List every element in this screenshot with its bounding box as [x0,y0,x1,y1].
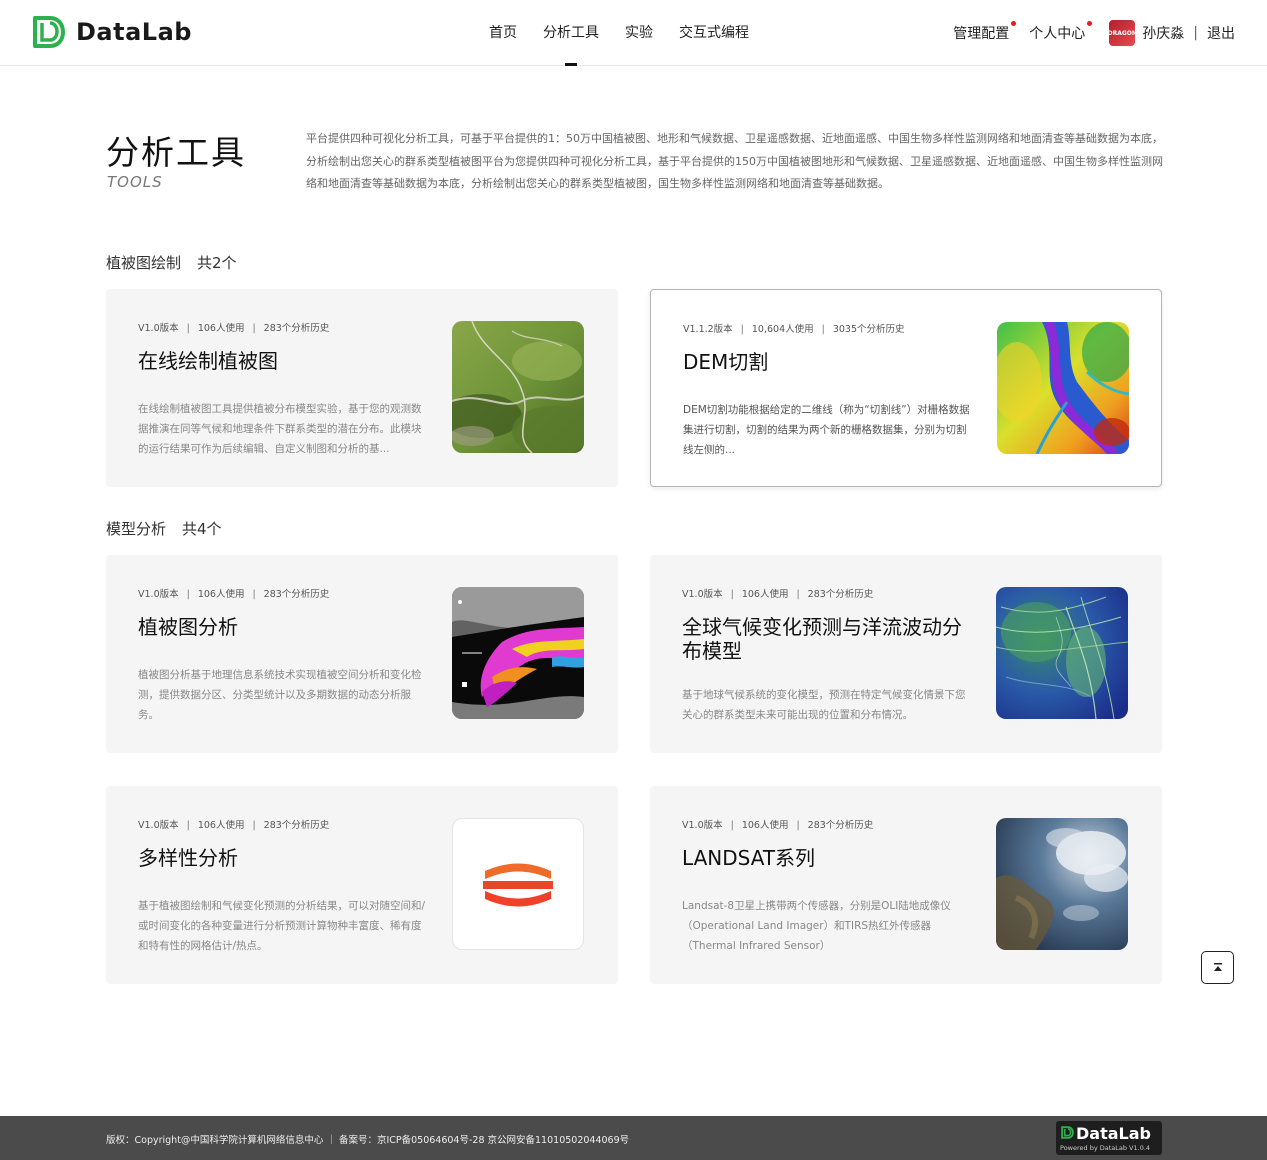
nav-item-tools[interactable]: 分析工具 [530,0,612,66]
top-header: DataLab 首页 分析工具 实验 交互式编程 管理配置 个人中心 DRAGO… [0,0,1267,66]
card-meta: V1.0版本 | 106人使用 | 283个分析历史 [682,817,873,831]
card-users: 106人使用 [197,589,245,600]
meta-separator: | [821,324,825,335]
meta-separator: | [730,820,734,831]
page-title: 分析工具 [106,133,246,172]
meta-separator: | [252,589,256,600]
card-description: 在线绘制植被图工具提供植被分布模型实验，基于您的观测数据推演在同等气候和地理条件… [138,403,422,455]
meta-separator: | [252,820,256,831]
card-version: V1.0版本 [682,820,723,831]
page: DataLab 首页 分析工具 实验 交互式编程 管理配置 个人中心 DRAGO… [0,0,1267,1160]
section-name: 植被图绘制 [106,254,182,272]
nav-item-interactive-programming[interactable]: 交互式编程 [666,0,762,66]
notification-dot [1087,21,1093,26]
wind-flow-image [996,587,1128,719]
main-nav: 首页 分析工具 实验 交互式编程 [476,0,762,66]
card-meta: V1.1.2版本 | 10,604人使用 | 3035个分析历史 [683,321,905,335]
card-history: 283个分析历史 [807,820,874,831]
card-users: 10,604人使用 [751,324,814,335]
tool-card-vegetation-analysis[interactable]: V1.0版本 | 106人使用 | 283个分析历史 植被图分析 植被图分析基于地理信息… [106,555,618,753]
section-count: 共4个 [182,520,222,538]
card-meta: V1.0版本 | 106人使用 | 283个分析历史 [138,817,329,831]
datalab-logo-icon [33,16,65,48]
nav-item-experiment[interactable]: 实验 [612,0,666,66]
username[interactable]: 孙庆淼 [1142,23,1184,43]
card-description: DEM切割功能根据给定的二维线（称为“切割线”）对栅格数据集进行切割，切割的结果… [683,404,970,456]
card-users: 106人使用 [197,820,245,831]
meta-separator: | [186,589,190,600]
meta-separator: | [252,323,256,334]
card-description: 植被图分析基于地理信息系统技术实现植被空间分析和变化检测，提供数据分区、分类型统… [138,669,422,721]
card-meta: V1.0版本 | 106人使用 | 283个分析历史 [682,586,873,600]
card-version: V1.0版本 [682,589,723,600]
card-users: 106人使用 [741,589,789,600]
avatar-text: DRAGON [1107,29,1137,37]
user-bar: 管理配置 个人中心 DRAGON 孙庆淼 | 退出 [937,0,1235,66]
tool-card-online-vegetation-map[interactable]: V1.0版本 | 106人使用 | 283个分析历史 在线绘制植被图 在线绘制植被图工具… [106,289,618,487]
profile-label: 个人中心 [1029,26,1086,42]
section-title-vegetation-drawing: 植被图绘制 共2个 [106,252,237,273]
card-history: 283个分析历史 [263,820,330,831]
logout-link[interactable]: 退出 [1207,23,1235,43]
card-description: 基于地球气候系统的变化模型，预测在特定气候变化情景下您关心的群系类型未来可能出现… [682,689,966,721]
card-version: V1.1.2版本 [683,324,733,335]
card-title: 多样性分析 [138,846,238,870]
terrain-aerial-image [452,321,584,453]
dem-heatmap-image [997,322,1129,454]
page-description: 平台提供四种可视化分析工具，可基于平台提供的1：50万中国植被图、地形和气候数据… [306,132,1163,190]
notification-dot [1011,21,1017,26]
nav-item-home[interactable]: 首页 [476,0,530,66]
card-history: 283个分析历史 [263,589,330,600]
card-title: 全球气候变化预测与洋流波动分布模型 [682,615,962,663]
card-description: Landsat-8卫星上携带两个传感器，分别是OLI陆地成像仪（Operatio… [682,900,951,952]
brand-logo[interactable]: DataLab [32,15,192,49]
diversity-logo-icon [452,818,584,950]
card-meta: V1.0版本 | 106人使用 | 283个分析历史 [138,586,329,600]
card-version: V1.0版本 [138,589,179,600]
avatar[interactable]: DRAGON [1107,20,1137,46]
brand-name: DataLab [76,18,192,46]
meta-separator: | [730,589,734,600]
card-version: V1.0版本 [138,323,179,334]
profile-link[interactable]: 个人中心 [1029,21,1093,43]
admin-config-link[interactable]: 管理配置 [953,21,1017,43]
datalab-logo-icon [1061,1126,1074,1139]
card-meta: V1.0版本 | 106人使用 | 283个分析历史 [138,320,329,334]
tool-card-dem-cut[interactable]: V1.1.2版本 | 10,604人使用 | 3035个分析历史 DEM切割 DEM切割… [650,289,1162,487]
card-history: 283个分析历史 [807,589,874,600]
tool-card-diversity-analysis[interactable]: V1.0版本 | 106人使用 | 283个分析历史 多样性分析 基于植被图绘制和气候变… [106,786,618,984]
page-subtitle: TOOLS [107,173,163,191]
footer: 版权：Copyright@中国科学院计算机网络信息中心 ｜ 备案号：京ICP备0… [0,1116,1267,1160]
card-history: 283个分析历史 [263,323,330,334]
satellite-earth-image [996,818,1128,950]
card-description: 基于植被图绘制和气候变化预测的分析结果，可以对随空间和/或时间变化的各种变量进行… [138,900,426,952]
footer-badge: DataLab Powered by DataLab V1.0.4 [1056,1121,1162,1155]
meta-separator: | [740,324,744,335]
vegetation-map-image [452,587,584,719]
meta-separator: | [796,820,800,831]
meta-separator: | [186,323,190,334]
card-history: 3035个分析历史 [832,324,905,335]
tool-card-climate-prediction[interactable]: V1.0版本 | 106人使用 | 283个分析历史 全球气候变化预测与洋流波动分布模型… [650,555,1162,753]
section-count: 共2个 [197,254,237,272]
card-version: V1.0版本 [138,820,179,831]
meta-separator: | [186,820,190,831]
footer-copyright: 版权：Copyright@中国科学院计算机网络信息中心 ｜ 备案号：京ICP备0… [106,1135,630,1146]
back-to-top-button[interactable] [1201,951,1234,984]
card-users: 106人使用 [741,820,789,831]
admin-config-label: 管理配置 [953,26,1010,42]
card-title: DEM切割 [683,350,769,374]
separator: | [1193,25,1198,41]
tool-card-landsat-series[interactable]: V1.0版本 | 106人使用 | 283个分析历史 LANDSAT系列 Landsat… [650,786,1162,984]
card-title: 在线绘制植被图 [138,349,278,373]
footer-badge-name: DataLab [1076,1124,1151,1143]
footer-badge-powered: Powered by DataLab V1.0.4 [1060,1144,1151,1152]
meta-separator: | [796,589,800,600]
card-users: 106人使用 [197,323,245,334]
arrow-up-icon [1213,962,1222,971]
section-name: 模型分析 [106,520,167,538]
card-title: LANDSAT系列 [682,846,816,870]
section-title-model-analysis: 模型分析 共4个 [106,518,222,539]
card-title: 植被图分析 [138,615,238,639]
